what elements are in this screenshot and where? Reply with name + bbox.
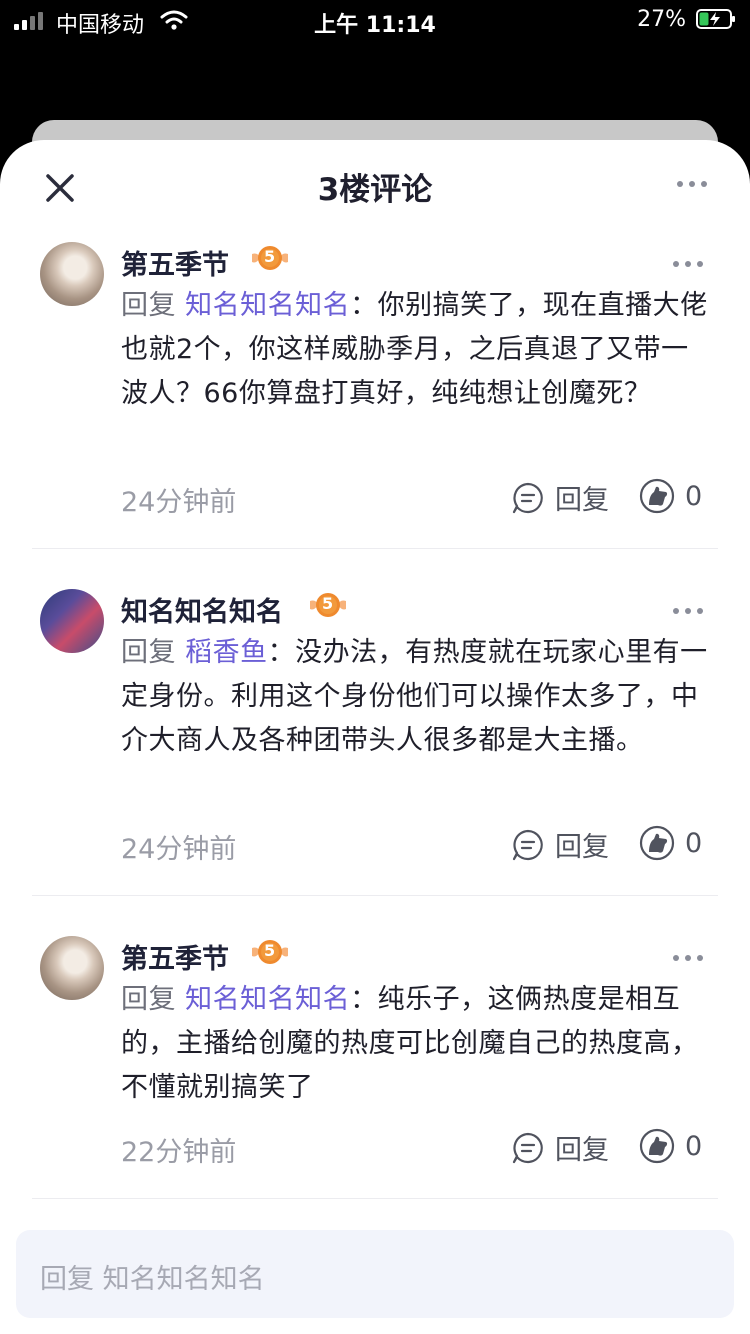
avatar[interactable] [40, 589, 104, 653]
avatar[interactable] [40, 242, 104, 306]
timestamp: 24分钟前 [121, 834, 237, 865]
comment-bubble-icon [512, 1132, 543, 1163]
level-number: 5 [264, 247, 276, 266]
reply-label: 回复 [555, 832, 609, 863]
comment-item: 知名知名知名 5 回复 稻香鱼：没办法，有热度就在玩家心里有一定身份。利用这个身… [0, 589, 750, 899]
like-button[interactable]: 0 [639, 825, 702, 861]
battery-charging-icon [696, 9, 735, 29]
reply-button[interactable]: 回复 [511, 1128, 609, 1167]
reply-button[interactable]: 回复 [511, 478, 609, 517]
avatar[interactable] [40, 936, 104, 1000]
comment-bubble-icon [512, 829, 543, 860]
reply-target-link[interactable]: 知名知名知名 [185, 290, 350, 321]
divider [32, 895, 718, 896]
level-number: 5 [264, 941, 276, 960]
comment-footer: 24分钟前 回复 0 [121, 825, 711, 867]
like-button[interactable]: 0 [639, 1128, 702, 1164]
divider [32, 1198, 718, 1199]
like-icon [639, 478, 675, 514]
comment-footer: 24分钟前 回复 0 [121, 478, 711, 520]
status-bar: 中国移动 上午 11:14 27% [0, 0, 750, 40]
username[interactable]: 知名知名知名 [121, 590, 283, 629]
comment-text: 回复 知名知名知名：你别搞笑了，现在直播大佬也就2个，你这样威胁季月，之后真退了… [121, 284, 711, 416]
timestamp: 24分钟前 [121, 487, 237, 518]
comment-footer: 22分钟前 回复 0 [121, 1128, 711, 1170]
like-count: 0 [685, 480, 703, 512]
username[interactable]: 第五季节 [121, 243, 229, 282]
reply-button[interactable]: 回复 [511, 825, 609, 864]
comment-more-icon[interactable] [668, 258, 708, 270]
comment-text: 回复 知名知名知名：纯乐子，这俩热度是相互的，主播给创魔的热度可比创魔自己的热度… [121, 978, 711, 1110]
username[interactable]: 第五季节 [121, 937, 229, 976]
reply-target-link[interactable]: 稻香鱼 [185, 637, 268, 668]
reply-label: 回复 [555, 485, 609, 516]
sheet-title: 3楼评论 [317, 172, 433, 208]
like-icon [639, 825, 675, 861]
reply-label: 回复 [555, 1135, 609, 1166]
comment-bubble-icon [512, 482, 543, 513]
comment-item: 第五季节 5 回复 知名知名知名：你别搞笑了，现在直播大佬也就2个，你这样威胁季… [0, 242, 750, 552]
comment-sheet: 3楼评论 第五季节 5 回复 知名知名知名：你别搞笑了，现在直播大佬也就2个，你… [0, 140, 750, 1334]
like-button[interactable]: 0 [639, 478, 702, 514]
divider [32, 548, 718, 549]
reply-prefix: 回复 [121, 637, 176, 668]
reply-target-link[interactable]: 知名知名知名 [185, 984, 350, 1015]
reply-prefix: 回复 [121, 984, 176, 1015]
battery-percentage: 27% [637, 7, 686, 32]
reply-input-placeholder: 回复 知名知名知名 [40, 1264, 265, 1295]
timestamp: 22分钟前 [121, 1137, 237, 1168]
comment-item: 第五季节 5 回复 知名知名知名：纯乐子，这俩热度是相互的，主播给创魔的热度可比… [0, 936, 750, 1206]
reply-input[interactable]: 回复 知名知名知名 [16, 1230, 734, 1318]
more-options-icon[interactable] [672, 178, 712, 190]
comment-text: 回复 稻香鱼：没办法，有热度就在玩家心里有一定身份。利用这个身份他们可以操作太多… [121, 631, 711, 763]
comment-more-icon[interactable] [668, 952, 708, 964]
like-icon [639, 1128, 675, 1164]
like-count: 0 [685, 827, 703, 859]
sheet-header: 3楼评论 [0, 140, 750, 230]
level-number: 5 [322, 594, 334, 613]
like-count: 0 [685, 1130, 703, 1162]
comment-more-icon[interactable] [668, 605, 708, 617]
reply-prefix: 回复 [121, 290, 176, 321]
